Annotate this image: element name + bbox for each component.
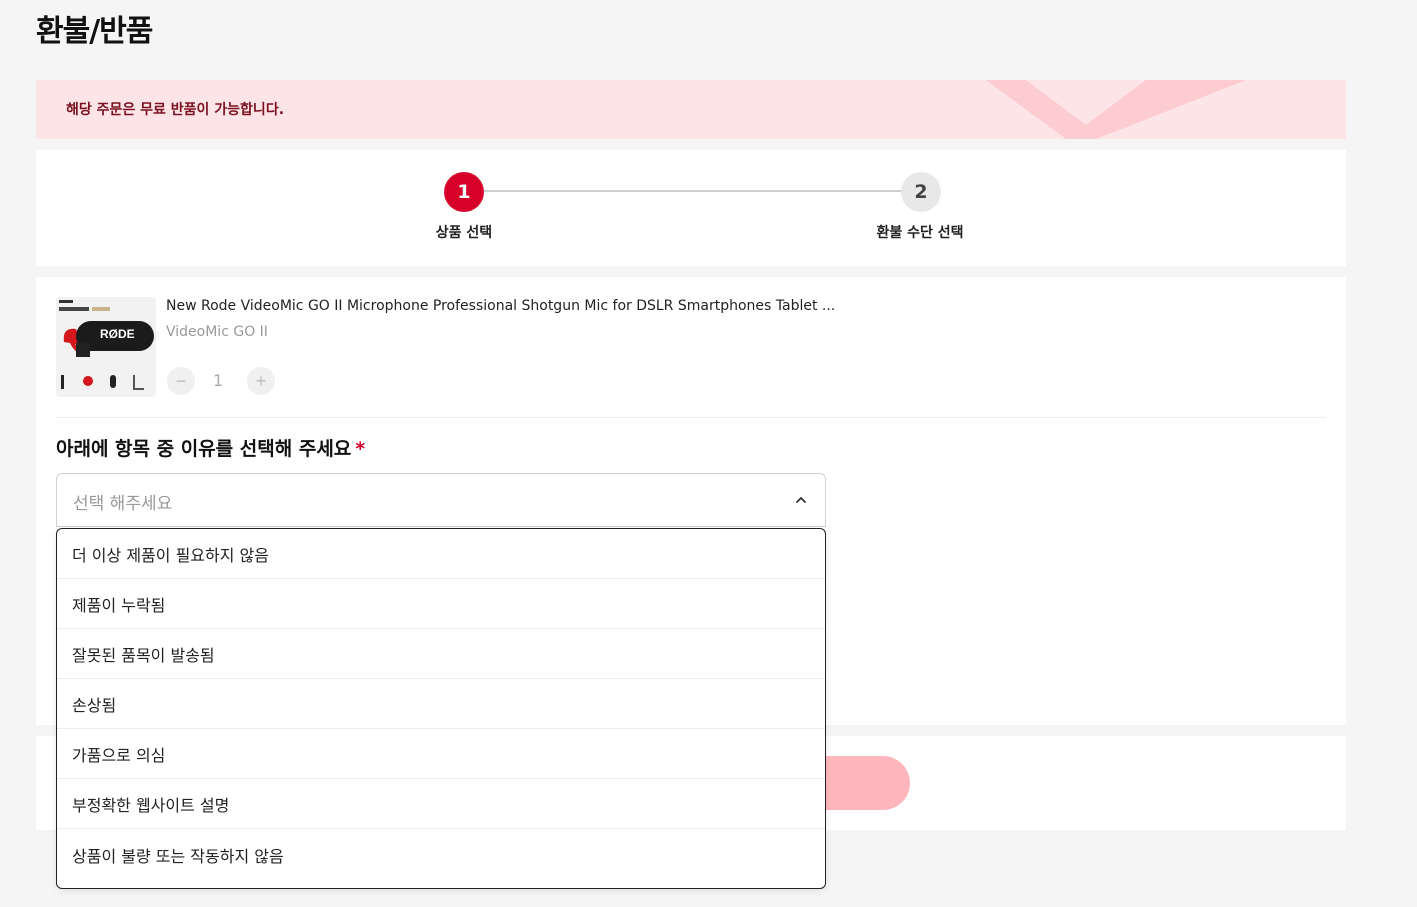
reason-option[interactable]: 가품으로 의심 xyxy=(57,729,825,779)
free-return-banner: 해당 주문은 무료 반품이 가능합니다. xyxy=(36,80,1346,139)
reason-label: 아래에 항목 중 이유를 선택해 주세요 * xyxy=(56,434,365,461)
reason-select[interactable]: 선택 해주세요 xyxy=(56,473,826,527)
reason-select-placeholder: 선택 해주세요 xyxy=(73,494,173,514)
quantity-value: 1 xyxy=(213,371,224,390)
step-1-label: 상품 선택 xyxy=(435,225,493,241)
step-2-indicator: 2 xyxy=(901,172,941,212)
product-thumbnail: RØDE xyxy=(56,297,156,397)
quantity-increase-button[interactable]: + xyxy=(247,367,275,395)
page-title: 환불/반품 xyxy=(36,14,153,49)
reason-option[interactable]: 상품이 불량 또는 작동하지 않음 xyxy=(57,829,825,888)
reason-option[interactable]: 손상됨 xyxy=(57,679,825,729)
stepper: 1 2 상품 선택 환불 수단 선택 xyxy=(36,150,1346,266)
product-variant: VideoMic GO II xyxy=(166,324,268,340)
step-connector xyxy=(482,190,920,192)
reason-dropdown-menu: 더 이상 제품이 필요하지 않음 제품이 누락됨 잘못된 품목이 발송됨 손상됨… xyxy=(56,528,826,889)
microphone-product-image xyxy=(56,297,156,397)
reason-option[interactable]: 더 이상 제품이 필요하지 않음 xyxy=(57,529,825,579)
required-mark: * xyxy=(355,438,366,460)
quantity-decrease-button[interactable]: − xyxy=(167,367,195,395)
chevron-up-icon xyxy=(796,496,806,503)
refund-page: 환불/반품 해당 주문은 무료 반품이 가능합니다. 1 2 상품 선택 환불 … xyxy=(0,0,1417,907)
reason-label-text: 아래에 항목 중 이유를 선택해 주세요 xyxy=(56,438,352,460)
thumbnail-brand-text: RØDE xyxy=(100,327,135,341)
reason-option[interactable]: 잘못된 품목이 발송됨 xyxy=(57,629,825,679)
banner-text: 해당 주문은 무료 반품이 가능합니다. xyxy=(66,102,285,118)
product-name: New Rode VideoMic GO II Microphone Profe… xyxy=(166,298,836,314)
step-2-label: 환불 수단 선택 xyxy=(876,225,964,241)
divider xyxy=(56,417,1326,418)
reason-option[interactable]: 제품이 누락됨 xyxy=(57,579,825,629)
checkmark-decoration-icon xyxy=(986,80,1246,139)
reason-option[interactable]: 부정확한 웹사이트 설명 xyxy=(57,779,825,829)
step-1-indicator: 1 xyxy=(444,172,484,212)
